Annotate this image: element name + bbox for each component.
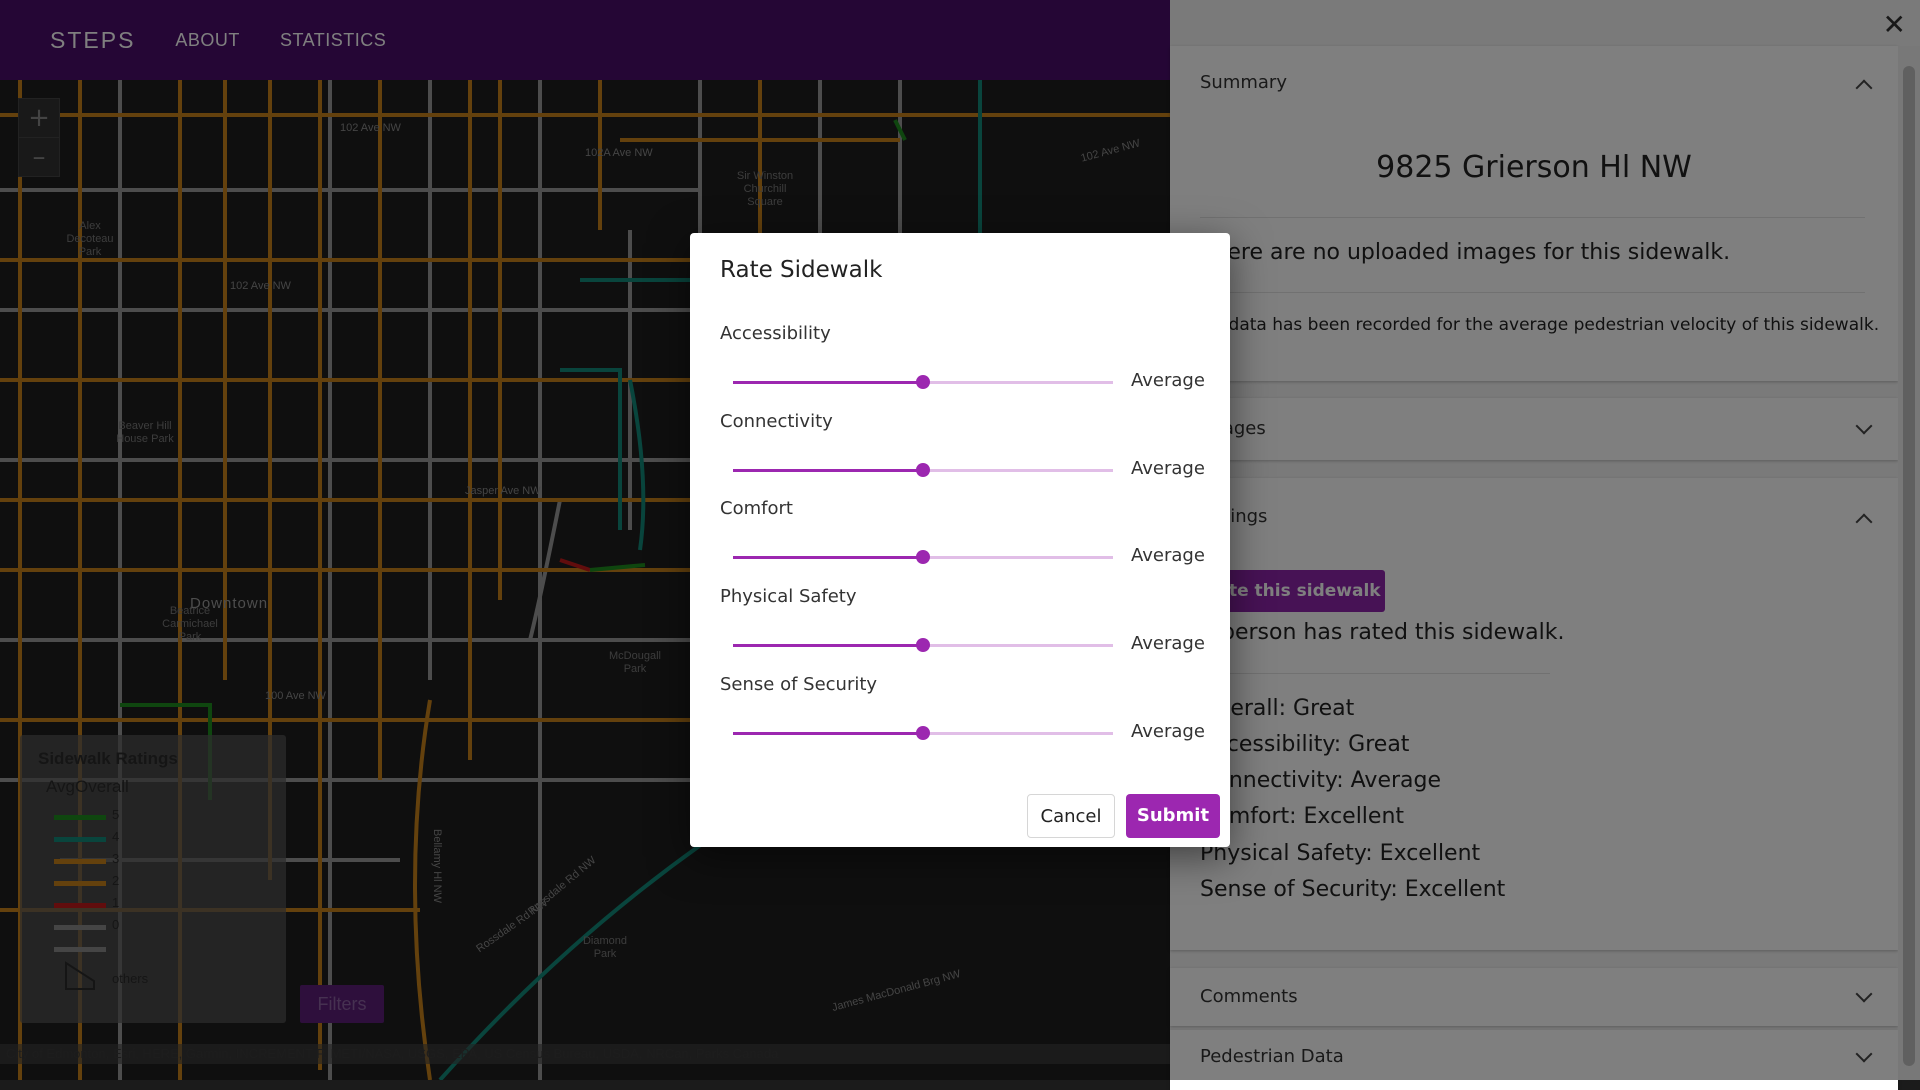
connectivity-slider[interactable] <box>733 456 1113 486</box>
accessibility-slider[interactable] <box>733 368 1113 398</box>
slider-value-connectivity: Average <box>1131 458 1205 479</box>
dialog-title: Rate Sidewalk <box>720 257 883 283</box>
slider-value-accessibility: Average <box>1131 370 1205 391</box>
slider-track <box>733 381 923 384</box>
slider-thumb[interactable] <box>916 463 930 477</box>
slider-track <box>733 469 923 472</box>
submit-button[interactable]: Submit <box>1126 794 1220 838</box>
slider-track <box>733 732 923 735</box>
sense-of-security-slider[interactable] <box>733 719 1113 749</box>
slider-thumb[interactable] <box>916 375 930 389</box>
slider-track <box>733 556 923 559</box>
slider-value-physical-safety: Average <box>1131 633 1205 654</box>
slider-label-sense-of-security: Sense of Security <box>720 674 878 695</box>
cancel-button[interactable]: Cancel <box>1027 794 1115 838</box>
slider-thumb[interactable] <box>916 550 930 564</box>
slider-value-comfort: Average <box>1131 545 1205 566</box>
slider-thumb[interactable] <box>916 726 930 740</box>
comfort-slider[interactable] <box>733 543 1113 573</box>
rate-sidewalk-dialog: Rate Sidewalk Accessibility Average Conn… <box>690 233 1230 847</box>
slider-label-comfort: Comfort <box>720 498 793 519</box>
slider-label-physical-safety: Physical Safety <box>720 586 857 607</box>
slider-track <box>733 644 923 647</box>
slider-label-accessibility: Accessibility <box>720 323 831 344</box>
slider-thumb[interactable] <box>916 638 930 652</box>
slider-label-connectivity: Connectivity <box>720 411 833 432</box>
slider-value-sense-of-security: Average <box>1131 721 1205 742</box>
physical-safety-slider[interactable] <box>733 631 1113 661</box>
